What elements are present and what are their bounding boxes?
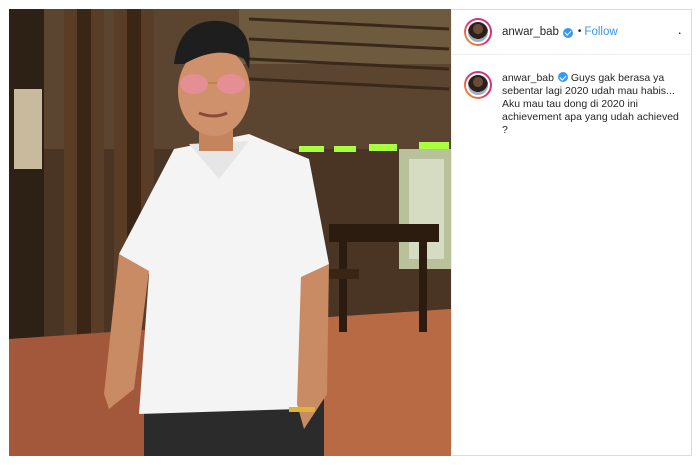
post-photo[interactable] — [9, 9, 451, 456]
post-header: anwar_bab • Follow · — [452, 9, 692, 55]
caption-username[interactable]: anwar_bab — [502, 72, 554, 84]
more-options-icon[interactable]: · — [677, 25, 682, 39]
separator-dot: • — [577, 26, 582, 37]
caption-text: anwar_bab Guys gak berasa ya sebentar la… — [502, 71, 682, 137]
follow-button[interactable]: Follow — [584, 26, 617, 38]
header-username[interactable]: anwar_bab — [502, 26, 559, 38]
post-photo-image — [9, 9, 451, 456]
caption-avatar[interactable] — [464, 71, 492, 99]
post-caption: anwar_bab Guys gak berasa ya sebentar la… — [452, 55, 692, 137]
caption-verified-badge-icon — [557, 72, 568, 82]
avatar[interactable] — [464, 17, 492, 46]
verified-badge-icon — [562, 27, 573, 38]
post-side-panel: anwar_bab • Follow · anwar_bab Guys gak … — [451, 9, 692, 456]
